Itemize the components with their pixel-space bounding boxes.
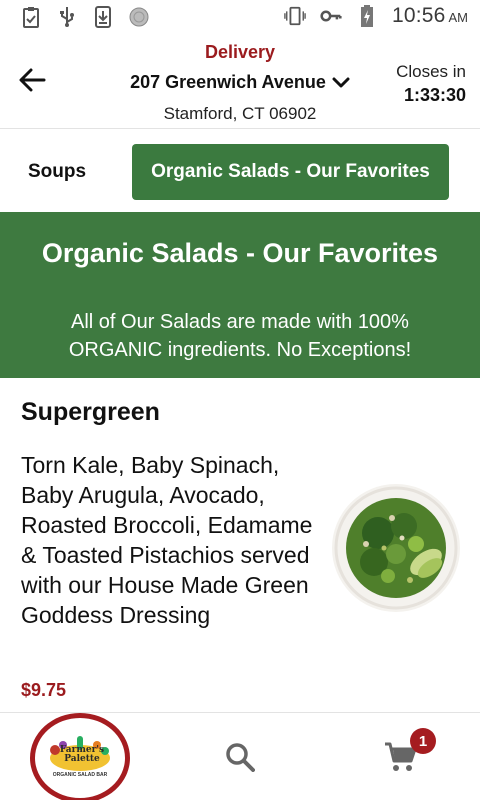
download-icon bbox=[92, 6, 114, 28]
bottom-nav: Farmer's Palette ORGANIC SALAD BAR 1 bbox=[0, 713, 480, 800]
clipboard-icon bbox=[20, 6, 42, 28]
status-bar-right: 10:56 AM bbox=[284, 4, 468, 28]
closing-timer: Closes in 1:33:30 bbox=[396, 62, 466, 106]
address-line1: 207 Greenwich Avenue bbox=[130, 72, 326, 92]
key-icon bbox=[320, 5, 342, 27]
logo-brand-text: Farmer's Palette bbox=[59, 745, 105, 764]
tab-organic-salads[interactable]: Organic Salads - Our Favorites bbox=[132, 144, 449, 200]
delivery-mode-label[interactable]: Delivery bbox=[0, 42, 480, 63]
search-button[interactable] bbox=[222, 739, 258, 775]
status-clock: 10:56 AM bbox=[392, 4, 468, 28]
closes-time: 1:33:30 bbox=[403, 85, 466, 105]
category-banner: Organic Salads - Our Favorites All of Ou… bbox=[0, 212, 480, 378]
address-line1-wrap[interactable]: 207 Greenwich Avenue bbox=[130, 72, 350, 93]
item-price: $9.75 bbox=[21, 680, 67, 700]
logo-tagline: ORGANIC SALAD BAR bbox=[52, 772, 108, 778]
battery-charging-icon bbox=[356, 5, 378, 27]
salad-bowl-image bbox=[332, 484, 460, 612]
cart-count-badge: 1 bbox=[410, 728, 436, 754]
status-ampm: AM bbox=[448, 10, 469, 25]
restaurant-logo[interactable]: Farmer's Palette ORGANIC SALAD BAR bbox=[30, 713, 130, 800]
tab-soups[interactable]: Soups bbox=[14, 144, 100, 200]
usb-icon bbox=[56, 6, 78, 28]
address-line2: Stamford, CT 06902 bbox=[163, 104, 317, 123]
banner-title: Organic Salads - Our Favorites bbox=[41, 238, 439, 268]
menu-item[interactable]: Supergreen Torn Kale, Baby Spinach, Baby… bbox=[0, 378, 480, 713]
app-screen: 10:56 AM Delivery 207 Greenwich Avenue St… bbox=[0, 0, 480, 800]
category-tabs: Soups Organic Salads - Our Favorites bbox=[0, 130, 480, 212]
circle-icon bbox=[128, 6, 150, 28]
status-bar: 10:56 AM bbox=[0, 0, 480, 36]
item-name: Supergreen bbox=[21, 398, 160, 426]
status-bar-left bbox=[20, 6, 150, 28]
item-description: Torn Kale, Baby Spinach, Baby Arugula, A… bbox=[21, 452, 313, 628]
vibrate-icon bbox=[284, 5, 306, 27]
banner-description: All of Our Salads are made with 100% ORG… bbox=[68, 311, 412, 361]
closes-label: Closes in bbox=[396, 62, 466, 81]
search-icon bbox=[226, 743, 255, 772]
chevron-down-icon bbox=[332, 77, 350, 87]
header: Delivery 207 Greenwich Avenue Stamford, … bbox=[0, 36, 480, 129]
status-time: 10:56 bbox=[391, 4, 446, 27]
